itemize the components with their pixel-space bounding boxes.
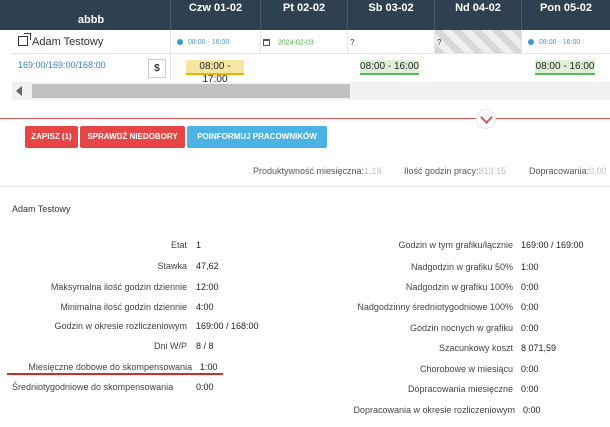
day-header-5[interactable]: Pon 05-02 [521,0,610,30]
extra-label: Dopracowania: [529,166,590,176]
detail-value: 47,62 [196,261,219,271]
day-cell-1[interactable]: 08:00 - 16:00 [170,30,260,53]
detail-label: Dni W/P [153,341,187,351]
detail-value: 0:00 [521,302,539,312]
detail-label: Godzin nocnych w grafiku [409,323,513,333]
detail-label: Miesięczne dobowe do skompensowania [28,362,192,372]
detail-value: 0:00 [521,364,539,374]
detail-value: 169:00 / 169:00 [521,240,584,250]
shift-badge-5[interactable]: 08:00 - 16:00 [535,60,595,75]
detail-value: 0:00 [523,405,541,415]
detail-label: Średniotygodniowe do skompensowania [12,382,174,392]
detail-label: Maksymalna ilość godzin dziennie [50,282,187,292]
shift-badge-3[interactable]: 08:00 - 16:00 [360,60,419,75]
day-cell-2[interactable]: 2024-02-03 [260,30,347,53]
scroll-left-arrow-icon[interactable] [16,86,22,96]
shift-badge-1[interactable]: 08:00 - 17:00 [186,60,244,85]
employee-link[interactable]: Adam Testowy [18,33,104,48]
hours-value: 813:15 [478,166,507,176]
save-button[interactable]: ZAPISZ (1) [25,126,78,148]
dot-icon [528,39,534,46]
schedule-row-shifts: 169:00/169:00/168:00 $ 08:00 - 17:00 08:… [12,54,610,85]
check-shortages-button[interactable]: SPRAWDŹ NIEDOBORY [80,126,185,148]
details-employee-name: Adam Testowy [12,204,71,214]
plan-date-2: 2024-02-03 [278,39,314,47]
extra-stat: Dopracowania:0,00 [529,166,607,176]
detail-label: Nadgodzin w grafiku 100% [405,282,513,292]
shift-cell-5[interactable]: 08:00 - 16:00 [521,54,610,80]
detail-value: 8 071,59 [521,343,557,353]
detail-label: Szacunkowy koszt [438,343,513,353]
productivity-stat: Produktywność miesięczna:1,18 [253,166,382,176]
detail-value: 8 / 8 [196,341,214,351]
section-divider [0,186,610,187]
detail-value: 169:00 / 168:00 [196,321,259,331]
shift-cell-4[interactable] [434,54,521,80]
detail-label: Godzin w tym grafiku/łącznie [398,240,513,250]
detail-label: Minimalna ilość godzin dziennie [60,302,187,312]
unknown-3: ? [350,38,355,47]
detail-label: Dopracowania miesięczne [407,384,513,394]
detail-label: Stawka [157,261,187,271]
detail-value: 0:00 [196,382,214,392]
productivity-label: Produktywność miesięczna: [253,166,365,176]
extra-value: 0,00 [589,166,607,176]
detail-value: 12:00 [196,282,219,292]
employee-name: Adam Testowy [32,36,104,48]
day-header-1[interactable]: Czw 01-02 [170,0,260,30]
detail-value: 1:00 [521,262,539,272]
day-cell-3[interactable]: ? [347,30,434,53]
horizontal-scrollbar[interactable] [12,82,610,100]
detail-value: 4:00 [196,302,214,312]
scrollbar-thumb[interactable] [32,84,350,98]
detail-value: 0:00 [521,282,539,292]
detail-label: Nadgodzin w grafiku 50% [410,262,513,272]
external-link-icon [18,33,31,46]
day-cell-4[interactable]: ? [434,30,521,53]
highlight-underline [7,373,223,375]
shift-cell-1[interactable]: 08:00 - 17:00 [170,54,260,85]
rate-button[interactable]: $ [148,59,166,78]
group-header: abbb [12,0,170,30]
plan-time-5: 08:00 - 16:00 [539,39,581,46]
hours-label: Ilość godzin pracy: [404,166,479,176]
detail-value: 0:00 [521,323,539,333]
productivity-value: 1,18 [364,166,382,176]
detail-label: Etat [170,240,187,250]
panel-divider [0,118,610,119]
dot-icon [177,39,183,46]
hours-summary-link[interactable]: 169:00/169:00/168:00 [18,60,106,70]
schedule-header: abbb Czw 01-02 Pt 02-02 Sb 03-02 Nd 04-0… [0,0,610,30]
collapse-chevron-icon[interactable] [476,109,496,129]
day-cell-5[interactable]: 08:00 - 16:00 [521,30,610,53]
group-label: abbb [77,14,105,26]
notify-employees-button[interactable]: POINFORMUJ PRACOWNIKÓW [187,126,327,148]
detail-label: Dopracowania w okresie rozliczeniowym [353,405,515,415]
day-header-4[interactable]: Nd 04-02 [434,0,521,30]
calendar-icon [263,39,270,46]
plan-time-1: 08:00 - 16:00 [188,39,230,46]
detail-label: Godzin w okresie rozliczeniowym [54,321,187,331]
shift-cell-3[interactable]: 08:00 - 16:00 [347,54,434,80]
schedule-row-status: Adam Testowy 08:00 - 16:00 2024-02-03 ? … [12,30,610,54]
detail-value: 1:00 [200,362,218,372]
shift-cell-2[interactable] [260,54,347,80]
detail-label: Chorobowe w miesiącu [419,364,513,374]
hours-stat: Ilość godzin pracy:813:15 [404,166,506,176]
detail-value: 0:00 [521,384,539,394]
day-header-3[interactable]: Sb 03-02 [347,0,434,30]
detail-value: 1 [196,240,202,250]
unknown-4: ? [437,38,442,47]
day-header-2[interactable]: Pt 02-02 [260,0,347,30]
detail-label: Nadgodzinny średniotygodniowe 100% [357,302,513,312]
